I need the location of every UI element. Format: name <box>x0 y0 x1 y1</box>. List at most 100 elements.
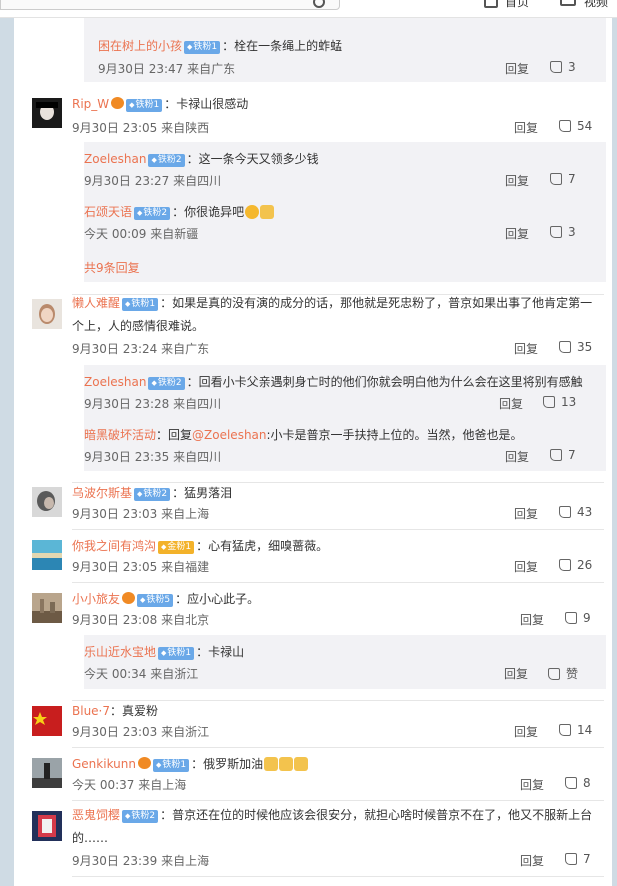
avatar[interactable] <box>32 299 62 329</box>
thumbs-up-icon <box>543 396 555 408</box>
comment-author[interactable]: Rip_W <box>72 97 109 111</box>
reply-meta: 9月30日 23:27 来自四川 <box>84 174 222 188</box>
comment-text: ：猛男落泪 <box>172 486 233 500</box>
comment-meta: 9月30日 23:03 来自上海 <box>72 507 210 521</box>
reply-button[interactable]: 回复 <box>505 225 529 242</box>
like-button[interactable]: 赞 <box>548 665 578 682</box>
reply-author[interactable]: 乐山近水宝地 <box>84 645 156 659</box>
comment-text: ：俄罗斯加油 <box>191 757 264 771</box>
like-button[interactable]: 54 <box>559 119 592 133</box>
reply-text: ：栓在一条绳上的蚱蜢 <box>222 39 343 53</box>
avatar[interactable] <box>32 811 62 841</box>
reply-button[interactable]: 回复 <box>504 665 528 682</box>
thumbs-up-icon <box>565 612 577 624</box>
video-link[interactable]: 视频 <box>584 0 608 10</box>
reply-line: Zoeleshan铁粉2：这一条今天又领多少钱 <box>84 150 319 168</box>
comment-text: ：应小心此子。 <box>175 592 260 606</box>
reply-author[interactable]: 石颂天语 <box>84 205 132 219</box>
praying-hands-emoji-icon <box>260 205 275 219</box>
reply-button[interactable]: 回复 <box>514 505 538 522</box>
thumbs-up-icon <box>559 341 571 353</box>
more-replies-link[interactable]: 共9条回复 <box>84 259 140 276</box>
laughing-emoji-icon <box>245 205 260 219</box>
fan-badge: 铁粉1 <box>158 647 195 660</box>
reply-meta: 今天 00:09 来自新疆 <box>84 227 199 241</box>
reply-button[interactable]: 回复 <box>520 611 544 628</box>
comment-author[interactable]: 懒人难醒 <box>72 296 120 310</box>
comment-author[interactable]: Blue·7 <box>72 704 110 718</box>
fan-badge: 金粉1 <box>158 541 195 554</box>
comment-author[interactable]: 你我之间有鸿沟 <box>72 539 156 553</box>
reply-button[interactable]: 回复 <box>499 395 523 412</box>
reply-line: Zoeleshan铁粉2：回看小卡父亲遇刺身亡时的他们你就会明白他为什么会在这里… <box>84 373 583 391</box>
comment-author[interactable]: Genkikunn <box>72 757 136 771</box>
reply-line: 乐山近水宝地铁粉1：卡禄山 <box>84 643 244 661</box>
comment-text: ：真爱粉 <box>110 704 159 718</box>
divider <box>72 747 604 748</box>
thumbs-up-icon <box>550 173 562 185</box>
top-bar: 首页 视频 <box>0 0 617 18</box>
like-button[interactable]: 35 <box>559 340 592 354</box>
crown-icon <box>111 97 125 109</box>
reply-meta: 今天 00:34 来自浙江 <box>84 667 199 681</box>
like-button[interactable]: 7 <box>550 172 576 186</box>
thumbs-up-icon <box>559 506 571 518</box>
like-button[interactable]: 3 <box>550 225 576 239</box>
reply-button[interactable]: 回复 <box>514 119 538 136</box>
reply-author[interactable]: Zoeleshan <box>84 152 146 166</box>
reply-button[interactable]: 回复 <box>520 776 544 793</box>
avatar[interactable] <box>32 758 62 788</box>
flexed-biceps-emoji-icon <box>279 757 294 771</box>
thumbs-up-icon <box>559 724 571 736</box>
comment-line: 恶鬼饲樱铁粉2：普京还在位的时候他应该会很安分，就担心啥时候普京不在了，他又不服… <box>72 804 600 850</box>
avatar[interactable] <box>32 540 62 570</box>
video-icon[interactable] <box>560 0 576 6</box>
flexed-biceps-emoji-icon <box>294 757 309 771</box>
like-button[interactable]: 13 <box>543 395 576 409</box>
reply-button[interactable]: 回复 <box>514 558 538 575</box>
comment-author[interactable]: 乌波尔斯基 <box>72 486 132 500</box>
reply-button[interactable]: 回复 <box>505 60 529 77</box>
reply-text: ：这一条今天又领多少钱 <box>186 152 319 166</box>
comment-line: Genkikunn 铁粉1：俄罗斯加油 <box>72 755 309 773</box>
mention-link[interactable]: @Zoeleshan <box>192 428 266 442</box>
home-link[interactable]: 首页 <box>505 0 529 10</box>
reply-button[interactable]: 回复 <box>505 448 529 465</box>
like-button[interactable]: 8 <box>565 776 591 790</box>
thumbs-up-icon <box>550 449 562 461</box>
avatar[interactable] <box>32 98 62 128</box>
reply-button[interactable]: 回复 <box>505 172 529 189</box>
divider <box>72 529 604 530</box>
like-button[interactable]: 9 <box>565 611 591 625</box>
reply-author[interactable]: Zoeleshan <box>84 375 146 389</box>
comment-line: 小小旅友 铁粉5：应小心此子。 <box>72 590 259 608</box>
reply-author[interactable]: 困在树上的小孩 <box>98 39 182 53</box>
reply-author[interactable]: 暗黑破坏活动 <box>84 428 156 442</box>
reply-button[interactable]: 回复 <box>520 852 544 869</box>
comment-author[interactable]: 恶鬼饲樱 <box>72 808 120 822</box>
comment-text: ：心有猛虎，细嗅蔷薇。 <box>196 539 329 553</box>
like-button[interactable]: 7 <box>565 852 591 866</box>
comment-line: 乌波尔斯基铁粉2：猛男落泪 <box>72 484 232 502</box>
like-button[interactable]: 43 <box>559 505 592 519</box>
home-icon[interactable] <box>484 0 498 8</box>
comment-meta: 9月30日 23:03 来自浙江 <box>72 725 210 739</box>
comment-author[interactable]: 小小旅友 <box>72 592 120 606</box>
fan-badge: 铁粉2 <box>134 207 171 220</box>
avatar[interactable] <box>32 706 62 736</box>
search-input[interactable] <box>0 0 340 10</box>
thumbs-up-icon <box>548 668 560 680</box>
reply-box: Zoeleshan铁粉2：回看小卡父亲遇刺身亡时的他们你就会明白他为什么会在这里… <box>84 365 606 471</box>
comment-line: Rip_W 铁粉1：卡禄山很感动 <box>72 95 248 113</box>
comment-meta: 9月30日 23:05 来自福建 <box>72 560 210 574</box>
comment-meta: 9月30日 23:24 来自广东 <box>72 342 210 356</box>
like-button[interactable]: 7 <box>550 448 576 462</box>
like-button[interactable]: 3 <box>550 60 576 74</box>
like-button[interactable]: 14 <box>559 723 592 737</box>
reply-button[interactable]: 回复 <box>514 340 538 357</box>
avatar[interactable] <box>32 593 62 623</box>
reply-button[interactable]: 回复 <box>514 723 538 740</box>
like-button[interactable]: 26 <box>559 558 592 572</box>
flexed-biceps-emoji-icon <box>264 757 279 771</box>
avatar[interactable] <box>32 487 62 517</box>
